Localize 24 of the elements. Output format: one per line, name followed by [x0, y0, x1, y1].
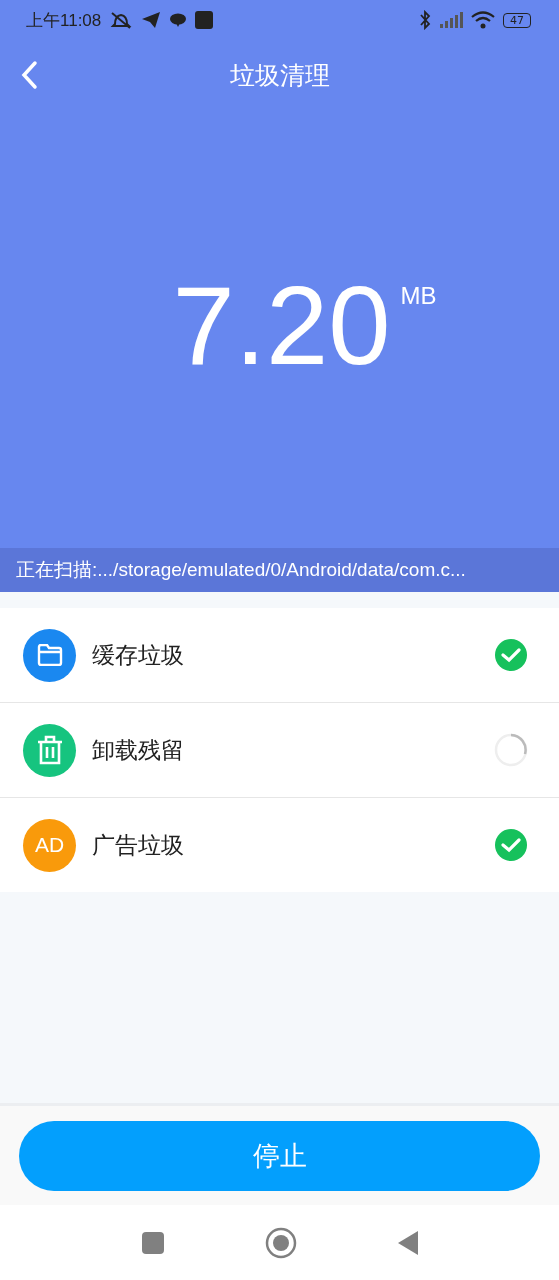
- back-icon[interactable]: [20, 60, 40, 90]
- send-icon: [141, 11, 162, 29]
- trash-icon: [23, 723, 76, 777]
- wifi-icon: [471, 11, 495, 29]
- recents-icon[interactable]: [140, 1230, 165, 1255]
- status-time: 上午11:08: [26, 9, 102, 32]
- junk-size: 7.20: [172, 270, 391, 382]
- home-icon[interactable]: [264, 1226, 297, 1259]
- item-label: 缓存垃圾: [92, 640, 185, 670]
- app-square-icon: [195, 11, 214, 29]
- folder-icon: [23, 628, 76, 682]
- chat-bubble-icon: [169, 12, 188, 28]
- size-unit: MB: [400, 282, 437, 310]
- back-nav-icon[interactable]: [396, 1229, 419, 1256]
- bluetooth-icon: [419, 10, 431, 30]
- scan-path: 正在扫描:.../storage/emulated/0/Android/data/com.c...: [0, 548, 559, 592]
- item-label: 卸载残留: [92, 735, 185, 765]
- signal-icon: [439, 12, 463, 28]
- stop-button[interactable]: 停止: [19, 1121, 540, 1191]
- battery-indicator: 47: [503, 12, 531, 28]
- ad-badge: AD: [23, 818, 76, 872]
- item-label: 广告垃圾: [92, 830, 185, 860]
- bell-off-icon: [109, 10, 134, 30]
- page-title: 垃圾清理: [229, 59, 330, 92]
